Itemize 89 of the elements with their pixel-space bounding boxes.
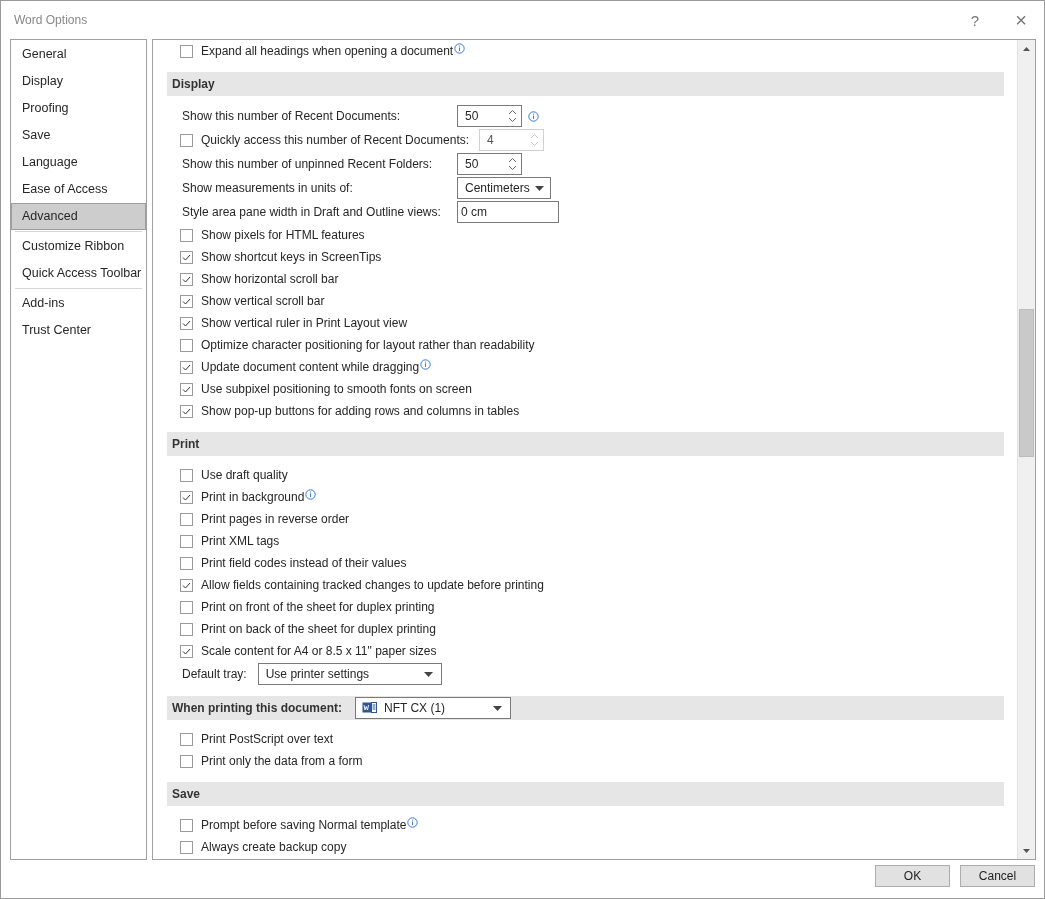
checkbox[interactable] — [180, 754, 193, 768]
checkbox[interactable] — [180, 338, 193, 352]
sidebar-item[interactable]: Language — [11, 149, 146, 176]
option-label: Always create backup copy — [201, 840, 347, 854]
sidebar-item[interactable]: Quick Access Toolbar — [11, 260, 146, 287]
scroll-thumb[interactable] — [1019, 309, 1034, 457]
checkbox[interactable] — [180, 360, 193, 374]
option-label: Show pixels for HTML features — [201, 228, 365, 242]
option-label: Use subpixel positioning to smooth fonts on screen — [201, 382, 472, 396]
sidebar-item[interactable]: Trust Center — [11, 317, 146, 344]
sidebar-item[interactable]: Customize Ribbon — [11, 233, 146, 260]
caret-icon — [423, 671, 433, 677]
option-label: Prompt before saving Normal template — [201, 818, 407, 832]
sidebar-item[interactable]: General — [11, 41, 146, 68]
section-title: When printing this document: — [172, 701, 342, 715]
option-label: Show vertical scroll bar — [201, 294, 325, 308]
option-label: Print field codes instead of their values — [201, 556, 407, 570]
option-label: Expand all headings when opening a document — [201, 44, 454, 58]
option-label: Print on back of the sheet for duplex printing — [201, 622, 436, 636]
sidebar-item[interactable]: Save — [11, 122, 146, 149]
input-field[interactable]: 0 cm — [457, 201, 559, 223]
field-label: Quickly access this number of Recent Documents: — [201, 133, 470, 147]
checkbox[interactable] — [180, 250, 193, 264]
option-label: Show horizontal scroll bar — [201, 272, 339, 286]
spin-arrows-icon — [508, 156, 517, 172]
checkbox[interactable] — [180, 44, 193, 58]
section-header: Print — [167, 432, 1004, 456]
caret-icon — [535, 185, 544, 191]
checkbox[interactable] — [180, 316, 193, 330]
checkbox[interactable] — [180, 840, 193, 854]
option-label: Optimize character positioning for layout rather than readability — [201, 338, 535, 352]
option-label: Print only the data from a form — [201, 754, 363, 768]
sidebar-item[interactable]: Ease of Access — [11, 176, 146, 203]
document-icon — [362, 701, 378, 715]
cancel-button[interactable]: Cancel — [960, 865, 1035, 887]
option-label: Print on front of the sheet for duplex printing — [201, 600, 435, 614]
caret-icon — [493, 705, 502, 711]
checkbox[interactable] — [180, 294, 193, 308]
document-dropdown[interactable]: NFT CX (1) — [355, 697, 511, 719]
sidebar-item[interactable]: Proofing — [11, 95, 146, 122]
option-label: Show pop-up buttons for adding rows and columns in tables — [201, 404, 520, 418]
option-label: Show vertical ruler in Print Layout view — [201, 316, 408, 330]
option-label: Use draft quality — [201, 468, 288, 482]
option-label: Update document content while dragging — [201, 360, 420, 374]
checkbox[interactable] — [180, 732, 193, 746]
option-label: Print in background — [201, 490, 305, 504]
option-label: Print PostScript over text — [201, 732, 334, 746]
field-label: Show measurements in units of: — [182, 181, 353, 195]
sidebar-item[interactable]: Add-ins — [11, 290, 146, 317]
checkbox[interactable] — [180, 404, 193, 418]
scroll-up-icon[interactable] — [1023, 46, 1030, 51]
checkbox[interactable] — [180, 622, 193, 636]
option-label: Allow fields containing tracked changes to update before printing — [201, 578, 544, 592]
checkbox[interactable] — [180, 556, 193, 570]
field-label: Default tray: — [182, 667, 247, 681]
window-title: Word Options — [14, 13, 89, 27]
option-label: Scale content for A4 or 8.5 x 11" paper sizes — [201, 644, 437, 658]
ok-button[interactable]: OK — [875, 865, 950, 887]
checkbox[interactable] — [180, 468, 193, 482]
checkbox[interactable] — [180, 490, 193, 504]
number-spinner[interactable]: 50 — [457, 105, 522, 127]
checkbox[interactable] — [180, 512, 193, 526]
checkbox[interactable] — [180, 382, 193, 396]
sidebar-item[interactable]: Display — [11, 68, 146, 95]
section-header: Save — [167, 782, 1004, 806]
tray-dropdown[interactable]: Use printer settings — [257, 663, 442, 685]
checkbox[interactable] — [180, 272, 193, 286]
option-label: Print pages in reverse order — [201, 512, 350, 526]
close-button[interactable]: × — [998, 5, 1044, 35]
field-label: Style area pane width in Draft and Outline views: — [182, 205, 441, 219]
scroll-down-icon[interactable] — [1023, 848, 1030, 853]
section-header: Display — [167, 72, 1004, 96]
number-spinner[interactable]: 50 — [457, 153, 522, 175]
option-label: Print XML tags — [201, 534, 280, 548]
checkbox[interactable] — [180, 228, 193, 242]
field-label: Show this number of Recent Documents: — [182, 109, 401, 123]
sidebar-item[interactable]: Advanced — [11, 203, 146, 230]
checkbox[interactable] — [180, 534, 193, 548]
checkbox[interactable] — [180, 600, 193, 614]
field-label: Show this number of unpinned Recent Folders: — [182, 157, 433, 171]
scrollbar[interactable] — [1017, 40, 1035, 859]
help-button[interactable]: ? — [952, 5, 998, 35]
spin-arrows-icon — [530, 132, 540, 148]
checkbox[interactable] — [180, 818, 193, 832]
spin-arrows-icon — [508, 108, 517, 124]
option-label: Show shortcut keys in ScreenTips — [201, 250, 382, 264]
checkbox[interactable] — [180, 578, 193, 592]
checkbox[interactable] — [180, 644, 193, 658]
units-dropdown[interactable]: Centimeters — [457, 177, 551, 199]
